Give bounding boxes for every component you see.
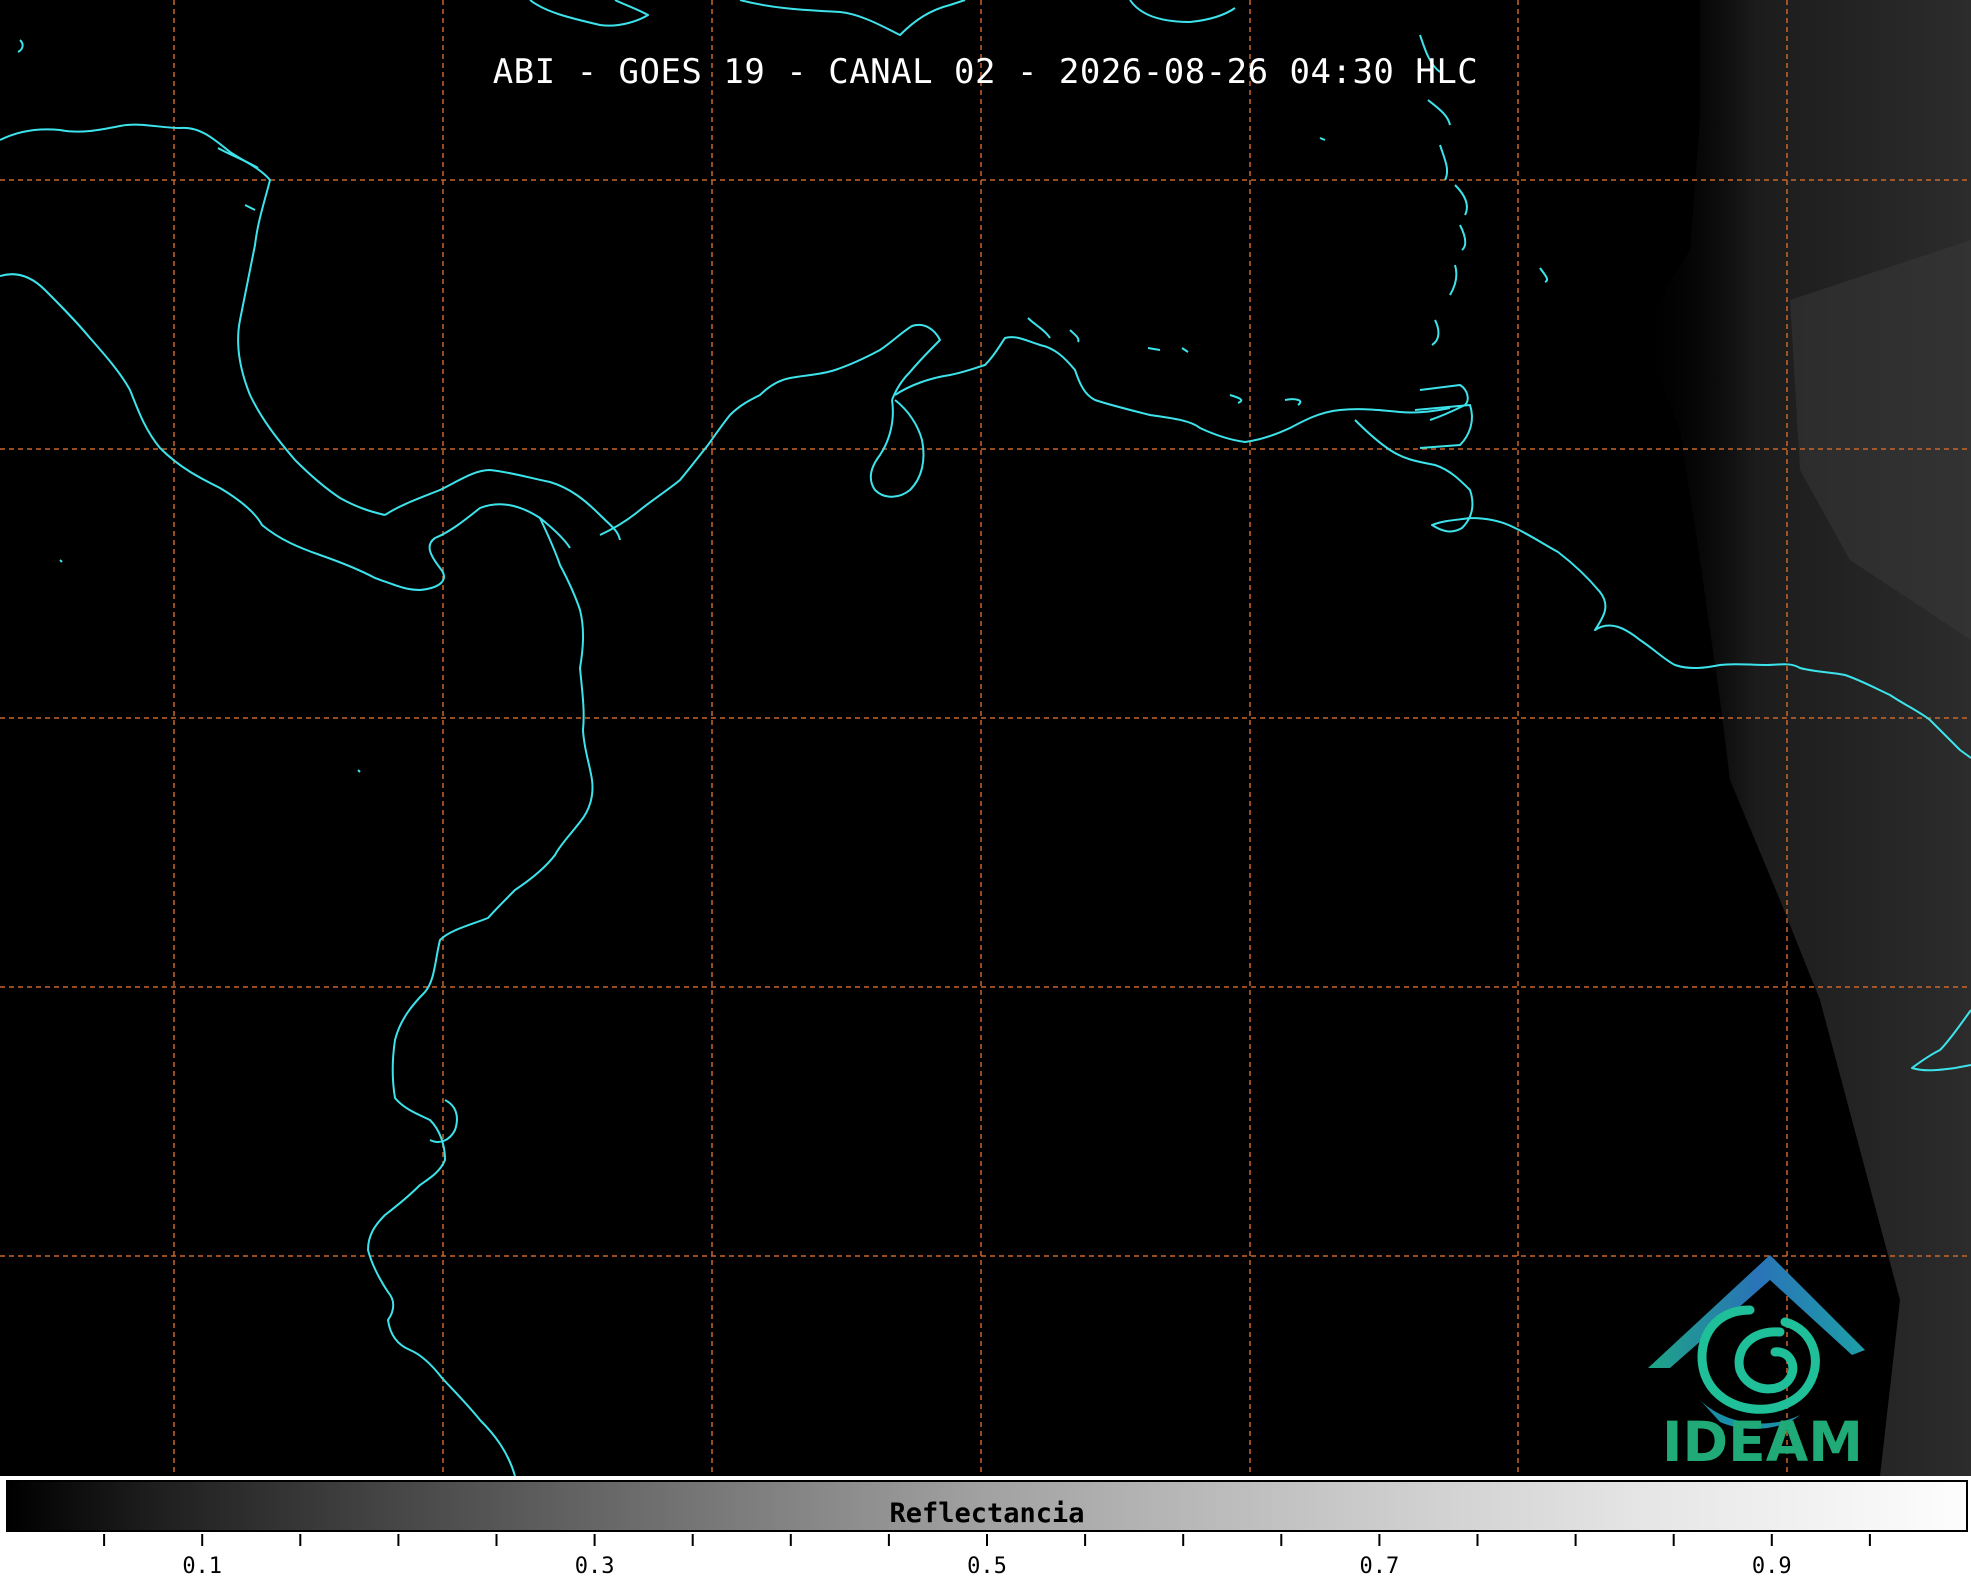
colorbar-tick-label: 0.5	[967, 1554, 1007, 1577]
coastline-panama-colombia-north	[599, 324, 941, 536]
ideam-logo-text: IDEAM	[1662, 1410, 1863, 1474]
coastline-yucatan	[0, 123, 386, 516]
coastline-guyana-shelf	[1419, 384, 1469, 421]
colorbar-tick-label: 0.1	[182, 1554, 223, 1577]
coastline-island-top-right	[1129, 0, 1236, 23]
coastline-colombia-pacific	[367, 517, 594, 1476]
logo-spiral	[1697, 1305, 1820, 1414]
coastline-caribbean-islands-top	[529, 0, 649, 27]
map-title: ABI - GOES 19 - CANAL 02 - 2026-08-26 04…	[492, 52, 1479, 92]
coastline-small-islands-gulf	[17, 39, 1549, 773]
colorbar-legend: Reflectancia 0.1 0.3 0.5 0.7 0.9	[0, 1476, 1971, 1577]
coastline-aruba-curacao	[1027, 317, 1302, 406]
colorbar-ticks	[103, 1534, 1871, 1546]
coastline-central-america-pacific	[0, 273, 571, 591]
coastline-gulf-of-venezuela	[869, 399, 925, 498]
colorbar-tick-label: 0.7	[1359, 1554, 1400, 1577]
colorbar-gradient: Reflectancia	[6, 1480, 1968, 1532]
colorbar-label: Reflectancia	[889, 1498, 1085, 1529]
colorbar-tick-label: 0.9	[1751, 1554, 1792, 1577]
coastline-venezuela-north	[894, 336, 1451, 443]
satellite-map-view: ABI - GOES 19 - CANAL 02 - 2026-08-26 04…	[0, 0, 1971, 1577]
coastline-cuba-hispaniola	[739, 0, 966, 36]
colorbar-tick-label: 0.3	[574, 1554, 615, 1577]
logo-roof	[1648, 1255, 1865, 1368]
